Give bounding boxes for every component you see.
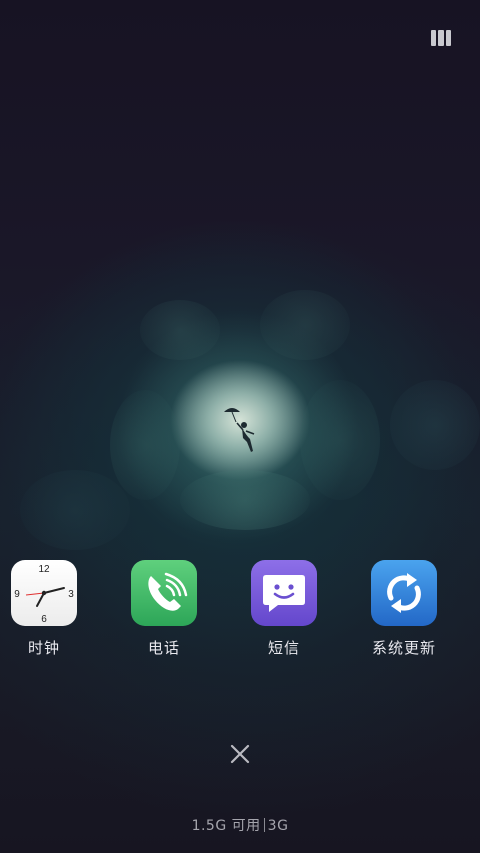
app-phone[interactable]: 电话 xyxy=(114,560,214,658)
sms-icon xyxy=(251,560,317,626)
clock-numeral-9: 9 xyxy=(14,589,20,600)
app-label-phone: 电话 xyxy=(147,639,180,657)
wallpaper-figure xyxy=(224,408,255,452)
app-label-system-update: 系统更新 xyxy=(371,639,436,657)
clock-numeral-6: 6 xyxy=(41,614,47,625)
memory-total: 3G xyxy=(267,818,289,834)
clock-numeral-3: 3 xyxy=(68,589,74,600)
recent-apps-dock: 12 3 6 9 时钟 电话 短信 系统更新 xyxy=(0,560,480,660)
wallpaper xyxy=(0,0,480,853)
memory-separator xyxy=(263,818,265,832)
recent-grid-icon[interactable] xyxy=(431,30,451,46)
clock-icon: 12 3 6 9 xyxy=(11,560,77,626)
close-icon xyxy=(230,744,250,764)
refresh-icon xyxy=(371,560,437,626)
app-label-clock: 时钟 xyxy=(27,639,60,657)
memory-available: 1.5G 可用 xyxy=(191,818,261,834)
app-sms[interactable]: 短信 xyxy=(234,560,334,658)
app-label-sms: 短信 xyxy=(267,639,300,657)
phone-icon xyxy=(131,560,197,626)
app-system-update[interactable]: 系统更新 xyxy=(354,560,454,658)
close-all-button[interactable] xyxy=(225,739,255,769)
memory-status: 1.5G 可用 3G xyxy=(0,815,480,835)
clock-numeral-12: 12 xyxy=(38,564,50,575)
app-clock[interactable]: 12 3 6 9 时钟 xyxy=(0,560,94,658)
